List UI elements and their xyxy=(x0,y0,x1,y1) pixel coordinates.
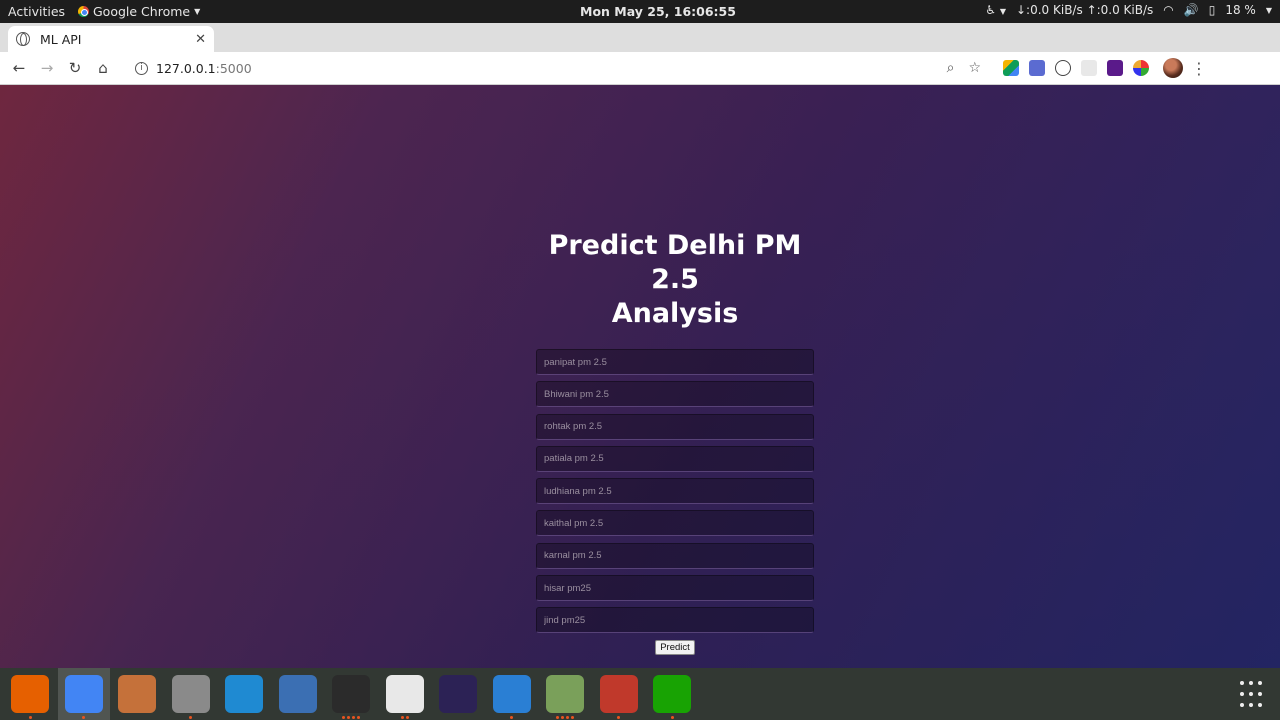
battery-label: 18 % xyxy=(1225,3,1256,17)
system-tray[interactable]: ♿ ▼ ↓:0.0 KiB/s ↑:0.0 KiB/s ◠ 🔊 ▯ 18 % ▼ xyxy=(985,3,1272,17)
page-title-line2: Analysis xyxy=(611,298,739,329)
dock-item[interactable] xyxy=(4,668,56,720)
screen-extension-icon[interactable] xyxy=(1107,60,1123,76)
chrome-icon xyxy=(78,6,89,17)
vscode-icon xyxy=(225,675,263,713)
hisar-input[interactable] xyxy=(536,575,814,602)
menu-icon[interactable]: ⋮ xyxy=(1191,59,1207,78)
archive-manager-icon xyxy=(171,675,210,713)
battery-icon[interactable]: ▯ xyxy=(1209,3,1216,17)
wifi-icon[interactable]: ◠ xyxy=(1163,3,1173,17)
dock-item[interactable] xyxy=(593,668,645,720)
tab-ml-api[interactable]: ML API ✕ xyxy=(8,26,214,52)
circle-extension-icon[interactable] xyxy=(1055,60,1071,76)
panipat-input[interactable] xyxy=(536,349,814,375)
volume-icon[interactable]: 🔊 xyxy=(1184,3,1199,17)
patiala-input[interactable] xyxy=(536,445,814,472)
dock-item[interactable] xyxy=(57,668,110,720)
page-title-line1: Predict Delhi PM 2.5 xyxy=(548,230,802,295)
dock-item[interactable] xyxy=(379,668,431,720)
dock-item[interactable] xyxy=(272,668,324,720)
close-icon[interactable]: ✕ xyxy=(195,32,206,47)
running-indicator xyxy=(58,716,110,719)
running-indicator xyxy=(379,716,431,719)
dock-item[interactable] xyxy=(165,668,217,720)
predict-button[interactable]: Predict xyxy=(655,639,695,655)
show-applications-icon[interactable] xyxy=(1240,681,1268,709)
eclipse-icon xyxy=(439,675,477,713)
dock-item[interactable] xyxy=(111,668,163,720)
grey-extension-icon[interactable] xyxy=(1081,60,1097,76)
dock-item[interactable] xyxy=(539,668,591,720)
file-manager-icon xyxy=(118,675,156,713)
running-indicator xyxy=(325,716,377,719)
firefox-icon xyxy=(11,675,49,713)
running-indicator xyxy=(486,716,538,719)
back-button[interactable]: ← xyxy=(5,59,33,77)
page-title: Predict Delhi PM 2.5 Analysis xyxy=(520,229,830,331)
tab-title: ML API xyxy=(40,31,82,47)
terminal-icon xyxy=(332,675,370,713)
zoom-icon[interactable]: ⌕ xyxy=(947,60,955,76)
url-host: 127.0.0.1 xyxy=(156,60,216,76)
url-port: :5000 xyxy=(215,60,252,76)
network-icon xyxy=(599,675,638,713)
browser-toolbar: ← → ↻ ⌂ i 127.0.0.1:5000 ⌕ ☆ ⋮ xyxy=(0,52,1280,85)
chevron-down-icon[interactable]: ▼ xyxy=(1266,6,1272,15)
water-drop-icon xyxy=(278,675,317,713)
karnal-input[interactable] xyxy=(536,542,814,569)
info-icon[interactable]: i xyxy=(135,61,148,75)
bhiwani-input[interactable] xyxy=(536,381,814,408)
address-bar[interactable]: i 127.0.0.1:5000 ⌕ ☆ xyxy=(127,55,991,81)
rohtak-input[interactable] xyxy=(536,413,814,440)
prediction-form: Predict Delhi PM 2.5 Analysis Predict xyxy=(536,229,814,655)
accessibility-icon[interactable]: ♿ ▼ xyxy=(985,3,1006,17)
chevron-down-icon: ▼ xyxy=(194,7,201,16)
bookmark-star-icon[interactable]: ☆ xyxy=(968,60,981,76)
calc-icon xyxy=(653,675,691,713)
running-indicator xyxy=(4,716,56,719)
input-list xyxy=(536,349,814,634)
ludhiana-input[interactable] xyxy=(536,478,814,505)
running-indicator xyxy=(646,716,698,719)
net-up-label: ↑:0.0 KiB/s xyxy=(1086,3,1154,17)
dock-item[interactable] xyxy=(218,668,270,720)
reload-button[interactable]: ↻ xyxy=(61,59,89,77)
clock[interactable]: Mon May 25, 16:06:55 xyxy=(580,4,736,19)
color-wheel-extension-icon[interactable] xyxy=(1133,60,1149,76)
chrome-icon xyxy=(64,675,103,713)
forward-button[interactable]: → xyxy=(33,59,61,77)
running-indicator xyxy=(593,716,645,719)
dock-item[interactable] xyxy=(325,668,377,720)
app-menu-label: Google Chrome xyxy=(93,4,191,19)
tab-strip: ML API ✕ + – ▫ ✕ xyxy=(0,23,1280,70)
running-indicator xyxy=(165,716,217,719)
home-button[interactable]: ⌂ xyxy=(89,59,117,77)
image-viewer-icon xyxy=(546,675,584,713)
dock-item[interactable] xyxy=(486,668,538,720)
net-down-label: ↓:0.0 KiB/s xyxy=(1016,3,1083,17)
app-menu[interactable]: Google Chrome ▼ xyxy=(78,4,200,19)
document-viewer-icon xyxy=(385,675,424,713)
network-speed: ↓:0.0 KiB/s ↑:0.0 KiB/s xyxy=(1016,3,1153,17)
profile-avatar[interactable] xyxy=(1163,58,1183,78)
kaithal-input[interactable] xyxy=(536,510,814,537)
extensions-area xyxy=(1003,60,1149,76)
dock-item[interactable] xyxy=(646,668,698,720)
system-top-bar: Activities Google Chrome ▼ Mon May 25, 1… xyxy=(0,0,1280,23)
jind-input[interactable] xyxy=(536,607,814,634)
writer-icon xyxy=(492,675,531,713)
google-drive-icon[interactable] xyxy=(1003,60,1019,76)
camera-extension-icon[interactable] xyxy=(1029,60,1045,76)
running-indicator xyxy=(539,716,591,719)
globe-icon xyxy=(16,32,30,46)
activities-button[interactable]: Activities xyxy=(8,4,65,19)
page-content: Predict Delhi PM 2.5 Analysis Predict xyxy=(0,85,1280,668)
dock-item[interactable] xyxy=(432,668,484,720)
dock xyxy=(0,668,1280,720)
